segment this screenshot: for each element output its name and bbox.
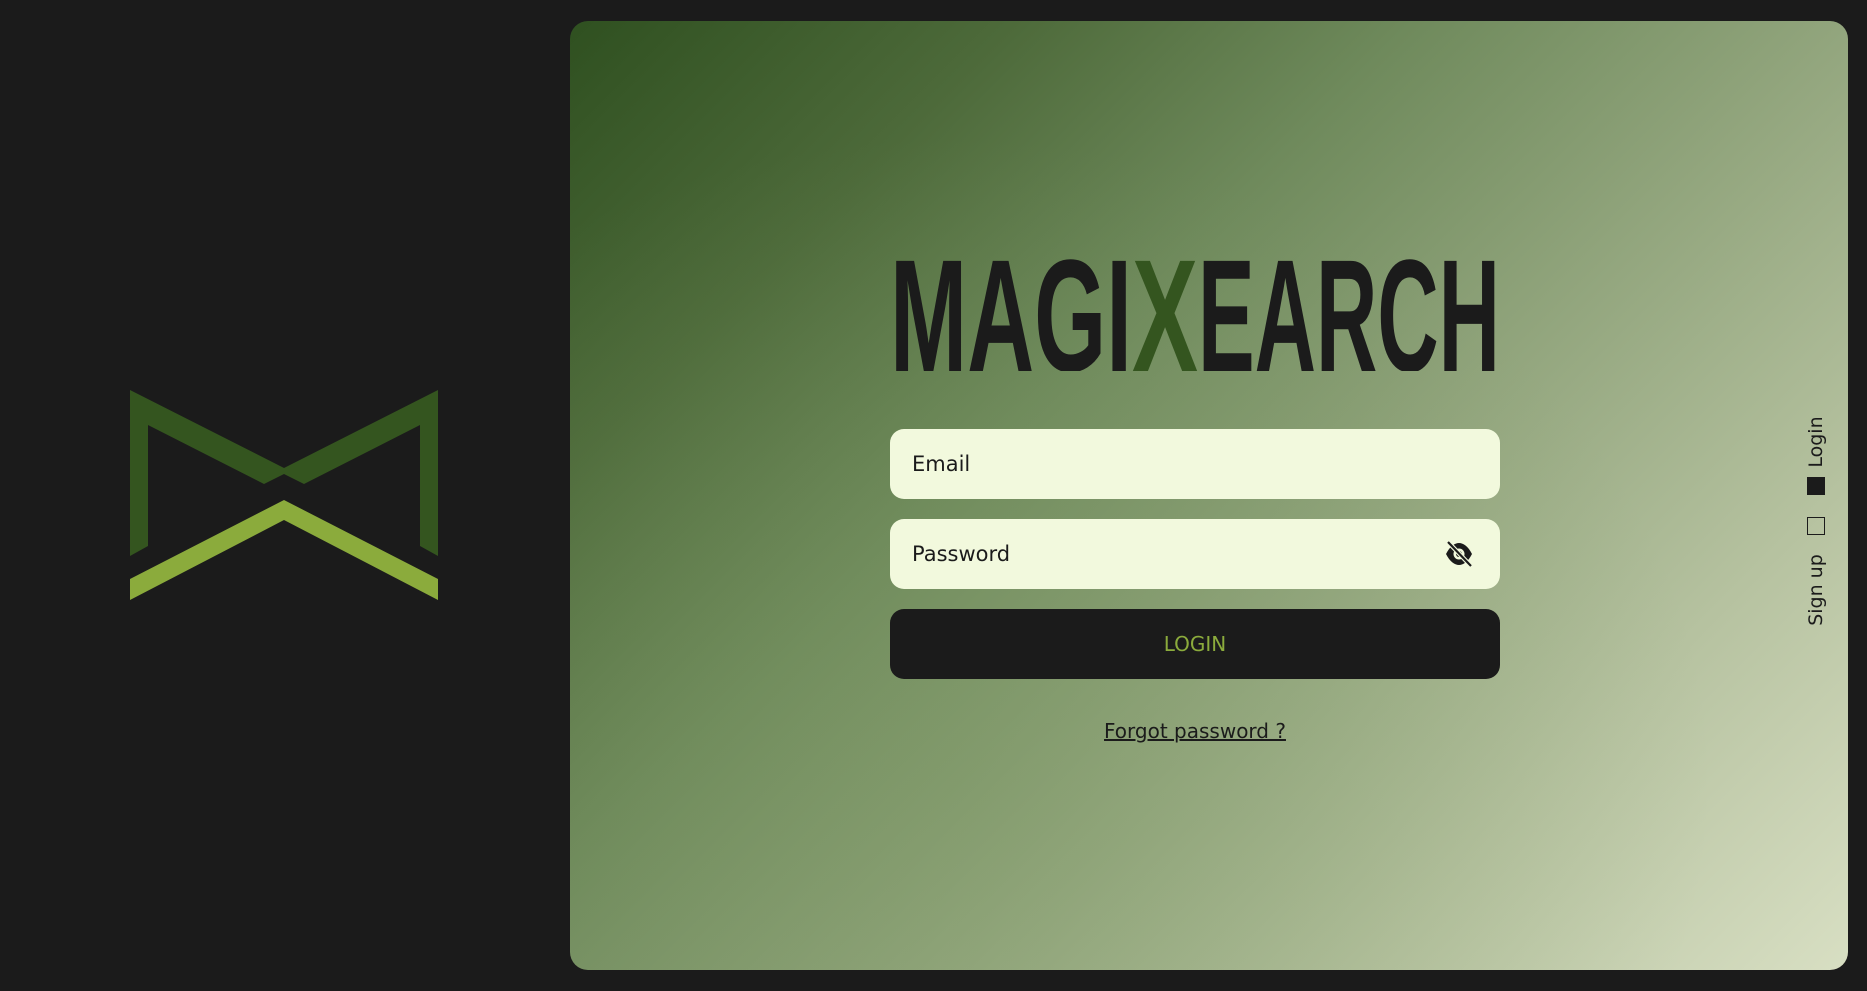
login-tab-indicator[interactable] xyxy=(1807,477,1825,495)
wordmark-left: MAGI xyxy=(890,249,1132,371)
tab-login[interactable]: Login xyxy=(1805,416,1827,467)
left-brand-pane xyxy=(0,0,570,991)
login-panel: MAGI X EARCH LOGIN Forgot password ? xyxy=(570,21,1848,970)
wordmark-right: EARCH xyxy=(1198,249,1500,371)
eye-off-icon[interactable] xyxy=(1444,540,1474,568)
brand-wordmark: MAGI X EARCH xyxy=(890,226,1500,405)
wordmark-x: X xyxy=(1132,249,1198,371)
logo-upper-chevron xyxy=(130,390,438,556)
auth-mode-switcher: Login Sign up xyxy=(1796,401,1836,641)
bowtie-chevron-logo xyxy=(130,390,438,600)
email-field xyxy=(890,429,1500,499)
login-form: MAGI X EARCH LOGIN Forgot password ? xyxy=(890,226,1500,743)
password-field xyxy=(890,519,1500,589)
password-input[interactable] xyxy=(910,541,1480,567)
signup-tab-indicator[interactable] xyxy=(1807,517,1825,535)
email-input[interactable] xyxy=(910,451,1480,477)
tab-signup[interactable]: Sign up xyxy=(1805,554,1827,626)
login-button[interactable]: LOGIN xyxy=(890,609,1500,679)
forgot-password-link[interactable]: Forgot password ? xyxy=(890,719,1500,743)
logo-lower-chevron xyxy=(130,500,438,600)
